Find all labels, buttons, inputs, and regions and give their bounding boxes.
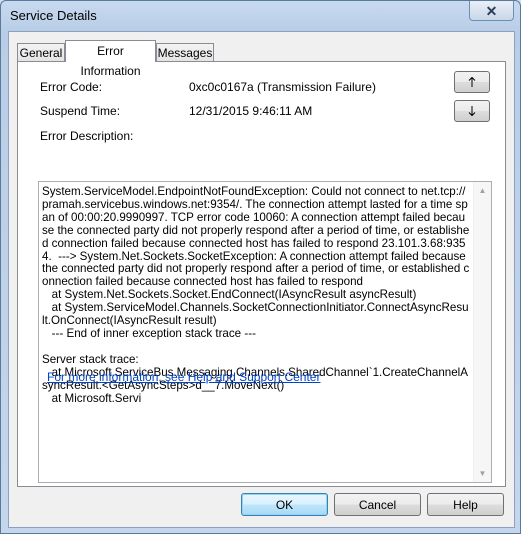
ok-button[interactable]: OK <box>241 493 328 516</box>
tab-general[interactable]: General <box>17 43 65 61</box>
next-button[interactable] <box>454 100 490 122</box>
error-code-value: 0xc0c0167a (Transmission Failure) <box>189 80 376 94</box>
arrow-down-icon <box>468 106 476 117</box>
help-button[interactable]: Help <box>427 493 504 516</box>
service-details-window: Service Details ✕ General Error Informat… <box>0 0 521 534</box>
error-description-label: Error Description: <box>40 129 134 143</box>
error-description-box[interactable]: System.ServiceModel.EndpointNotFoundExce… <box>38 181 492 483</box>
vertical-scrollbar[interactable]: ▲ ▼ <box>473 182 491 482</box>
close-button[interactable]: ✕ <box>469 1 514 21</box>
help-support-link[interactable]: For more information, see Help and Suppo… <box>47 370 320 384</box>
title-bar: Service Details ✕ <box>1 1 520 31</box>
error-description-text[interactable]: System.ServiceModel.EndpointNotFoundExce… <box>39 182 472 482</box>
error-information-panel: Error Code: 0xc0c0167a (Transmission Fai… <box>17 61 506 487</box>
scroll-down-icon[interactable]: ▼ <box>474 465 491 482</box>
suspend-time-value: 12/31/2015 9:46:11 AM <box>189 104 313 118</box>
suspend-time-label: Suspend Time: <box>40 104 121 118</box>
dialog-client-area: General Error Information Messages Error… <box>8 31 515 528</box>
previous-button[interactable] <box>454 71 490 93</box>
scroll-up-icon[interactable]: ▲ <box>474 182 491 199</box>
window-title: Service Details <box>10 8 97 23</box>
tab-messages[interactable]: Messages <box>156 43 214 61</box>
arrow-up-icon <box>468 76 476 87</box>
close-icon: ✕ <box>485 2 498 19</box>
cancel-button[interactable]: Cancel <box>334 493 421 516</box>
tab-error-information[interactable]: Error Information <box>65 40 156 78</box>
error-code-label: Error Code: <box>40 80 103 94</box>
